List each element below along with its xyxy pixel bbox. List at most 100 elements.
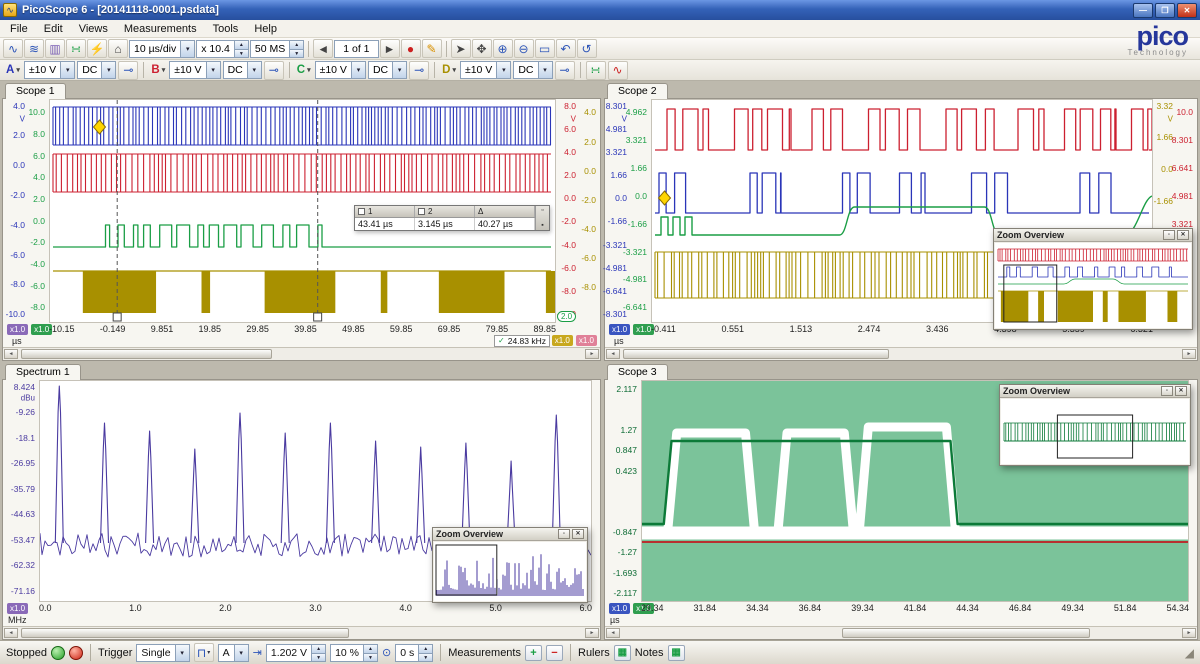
channel-c-options-button[interactable]: ⊸: [409, 61, 429, 80]
probe-setup-button[interactable]: ⚡: [87, 39, 107, 58]
notes-panel-button[interactable]: ▦: [668, 645, 685, 661]
select-tool-button[interactable]: ➤: [451, 39, 471, 58]
spin-down-icon[interactable]: ▼: [364, 653, 377, 661]
close-button[interactable]: ✕: [1177, 3, 1197, 18]
scope3-scrollbar[interactable]: ◄ ►: [605, 626, 1197, 639]
sample-count-spinner[interactable]: 50 MS▲▼: [250, 40, 304, 58]
xy-mode-button[interactable]: ∺: [586, 61, 606, 80]
maximize-button[interactable]: ❐: [1155, 3, 1175, 18]
zoom-scale-badge[interactable]: x1.0: [552, 335, 573, 346]
scroll-left-button[interactable]: ◄: [606, 628, 620, 638]
menu-measurements[interactable]: Measurements: [116, 22, 205, 36]
channel-b-button[interactable]: B▾: [149, 64, 167, 76]
channel-d-coupling-dropdown[interactable]: DC▾: [513, 61, 552, 79]
resize-grip[interactable]: ◢: [1185, 646, 1194, 660]
spectrum-view-button[interactable]: ▥: [45, 39, 65, 58]
channel-a-button[interactable]: A▾: [4, 64, 22, 76]
channel-c-range-dropdown[interactable]: ±10 V▾: [315, 61, 366, 79]
zoom-scale-badge[interactable]: x1.0: [576, 335, 597, 346]
menu-file[interactable]: File: [2, 22, 36, 36]
zoom-out-button[interactable]: ⊖: [514, 39, 534, 58]
scroll-right-button[interactable]: ►: [585, 628, 599, 638]
channel-b-coupling-dropdown[interactable]: DC▾: [223, 61, 262, 79]
chevron-down-icon[interactable]: ▾: [101, 62, 115, 78]
zoom-scale-badge[interactable]: x1.0: [7, 603, 28, 614]
chevron-down-icon[interactable]: ▾: [206, 62, 220, 78]
spin-down-icon[interactable]: ▼: [312, 653, 325, 661]
chevron-down-icon[interactable]: ▾: [538, 62, 552, 78]
chevron-down-icon[interactable]: ▾: [247, 62, 261, 78]
spin-down-icon[interactable]: ▼: [290, 49, 303, 57]
minimize-button[interactable]: —: [1133, 3, 1153, 18]
persistence-view-button[interactable]: ≋: [24, 39, 44, 58]
minimize-icon[interactable]: ▫: [1161, 386, 1173, 396]
next-page-button[interactable]: ►: [380, 39, 400, 58]
zoom-in-button[interactable]: ⊕: [493, 39, 513, 58]
trigger-level-spinner[interactable]: 1.202 V▲▼: [266, 644, 326, 662]
chevron-down-icon[interactable]: ▾: [234, 645, 248, 661]
chevron-down-icon[interactable]: ▾: [392, 62, 406, 78]
channel-c-coupling-dropdown[interactable]: DC▾: [368, 61, 407, 79]
zoom-full-button[interactable]: ↺: [577, 39, 597, 58]
chevron-down-icon[interactable]: ▾: [175, 645, 189, 661]
undo-zoom-button[interactable]: ↶: [556, 39, 576, 58]
zoom-window-button[interactable]: ▭: [535, 39, 555, 58]
spin-down-icon[interactable]: ▼: [419, 653, 432, 661]
close-icon[interactable]: ✕: [1177, 230, 1189, 240]
scroll-right-button[interactable]: ►: [585, 349, 599, 359]
scope2-zoom-overview[interactable]: Zoom Overview ▫ ✕: [993, 228, 1193, 330]
scroll-left-button[interactable]: ◄: [4, 349, 18, 359]
chevron-down-icon[interactable]: ▾: [60, 62, 74, 78]
spin-up-icon[interactable]: ▲: [312, 645, 325, 653]
pan-tool-button[interactable]: ✥: [472, 39, 492, 58]
channel-b-range-dropdown[interactable]: ±10 V▾: [169, 61, 220, 79]
channel-c-button[interactable]: C▾: [295, 64, 313, 76]
spectrum1-scrollbar[interactable]: ◄ ►: [3, 626, 600, 639]
zoom-scale-badge[interactable]: x1.0: [7, 324, 28, 335]
tab-scope3[interactable]: Scope 3: [607, 364, 668, 380]
scope3-zoom-overview-body[interactable]: [1001, 399, 1189, 464]
scope1-scrollbar[interactable]: ◄ ►: [3, 347, 600, 360]
trigger-source-dropdown[interactable]: A▾: [218, 644, 249, 662]
spin-up-icon[interactable]: ▲: [235, 41, 248, 49]
rulers-panel-button[interactable]: ▦: [614, 645, 631, 661]
zoom-scale-badge[interactable]: x1.0: [609, 603, 630, 614]
chevron-down-icon[interactable]: ▾: [496, 62, 510, 78]
tab-scope1[interactable]: Scope 1: [5, 83, 66, 99]
scope-view-button[interactable]: ∿: [3, 39, 23, 58]
chevron-down-icon[interactable]: ▾: [351, 62, 365, 78]
chevron-down-icon[interactable]: ▾: [180, 41, 194, 57]
record-button[interactable]: ●: [401, 39, 421, 58]
remove-measurement-button[interactable]: −: [546, 645, 563, 661]
close-icon[interactable]: ✕: [1175, 386, 1187, 396]
ruler-box-minimize[interactable]: ▫: [541, 207, 543, 214]
add-measurement-button[interactable]: +: [525, 645, 542, 661]
trigger-edge-button[interactable]: ⊓▾: [194, 643, 214, 662]
scrollbar-thumb[interactable]: [21, 349, 272, 359]
stop-button[interactable]: [69, 646, 83, 660]
scrollbar-thumb[interactable]: [21, 628, 349, 638]
home-button[interactable]: ⌂: [108, 39, 128, 58]
channel-d-range-dropdown[interactable]: ±10 V▾: [460, 61, 511, 79]
pre-trigger-spinner[interactable]: 10 %▲▼: [330, 644, 378, 662]
scope1-plot[interactable]: 1 2 Δ 43.41 µs 3.145 µs 40.27 µs: [49, 99, 556, 323]
channel-a-coupling-dropdown[interactable]: DC▾: [77, 61, 116, 79]
tab-spectrum1[interactable]: Spectrum 1: [5, 364, 81, 380]
channel-d-options-button[interactable]: ⊸: [555, 61, 575, 80]
trigger-delay-spinner[interactable]: 0 s▲▼: [395, 644, 433, 662]
menu-tools[interactable]: Tools: [205, 22, 247, 36]
xy-view-button[interactable]: ∺: [66, 39, 86, 58]
scrollbar-thumb[interactable]: [842, 628, 1091, 638]
spin-down-icon[interactable]: ▼: [235, 49, 248, 57]
scroll-right-button[interactable]: ►: [1182, 349, 1196, 359]
pen-button[interactable]: ✎: [422, 39, 442, 58]
scope2-scrollbar[interactable]: ◄ ►: [605, 347, 1197, 360]
channel-d-button[interactable]: D▾: [440, 64, 458, 76]
prev-page-button[interactable]: ◄: [313, 39, 333, 58]
channel-a-range-dropdown[interactable]: ±10 V▾: [24, 61, 75, 79]
scroll-left-button[interactable]: ◄: [606, 349, 620, 359]
menu-help[interactable]: Help: [246, 22, 285, 36]
signal-generator-button[interactable]: ∿: [608, 61, 628, 80]
scroll-left-button[interactable]: ◄: [4, 628, 18, 638]
spin-up-icon[interactable]: ▲: [290, 41, 303, 49]
